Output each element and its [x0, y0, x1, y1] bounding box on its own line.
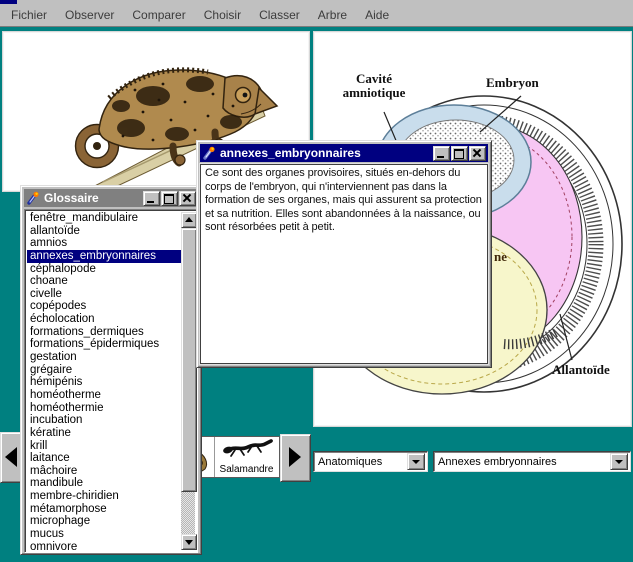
label-allantoide: Allantoïde — [552, 363, 610, 377]
definition-titlebar[interactable]: annexes_embryonnaires — [200, 144, 488, 162]
list-item[interactable]: formations_dermiques — [27, 326, 181, 339]
close-icon — [183, 194, 191, 202]
list-item[interactable]: mandibule — [27, 477, 181, 490]
maximize-button[interactable] — [161, 191, 178, 206]
list-item[interactable]: formations_épidermiques — [27, 338, 181, 351]
thumbnail-label: Salamandre — [214, 464, 279, 475]
list-item[interactable]: grégaire — [27, 364, 181, 377]
list-item-selected[interactable]: annexes_embryonnaires — [27, 250, 181, 263]
minimize-icon — [147, 201, 154, 203]
menu-classer[interactable]: Classer — [250, 8, 309, 22]
list-item[interactable]: incubation — [27, 414, 181, 427]
list-item-clipped[interactable]: omnivore — [27, 541, 181, 552]
thumbnail-salamandre[interactable]: Salamandre — [214, 437, 279, 477]
list-item[interactable]: krill — [27, 440, 181, 453]
minimize-button[interactable] — [433, 146, 450, 161]
list-item[interactable]: amnios — [27, 237, 181, 250]
list-item[interactable]: gestation — [27, 351, 181, 364]
arrow-right-icon — [289, 447, 301, 467]
close-button[interactable] — [469, 146, 486, 161]
menu-comparer[interactable]: Comparer — [123, 8, 194, 22]
arrow-up-icon — [185, 217, 193, 222]
list-item[interactable]: mucus — [27, 528, 181, 541]
scroll-down-button[interactable] — [181, 534, 197, 550]
scroll-up-button[interactable] — [181, 212, 197, 228]
list-item[interactable]: civelle — [27, 288, 181, 301]
label-embryon: Embryon — [486, 76, 539, 90]
list-item[interactable]: copépodes — [27, 300, 181, 313]
list-item[interactable]: kératine — [27, 427, 181, 440]
list-item[interactable]: métamorphose — [27, 503, 181, 516]
salamander-icon — [221, 437, 273, 461]
menu-arbre[interactable]: Arbre — [309, 8, 356, 22]
glossary-scrollbar[interactable] — [181, 212, 195, 550]
arrow-left-icon — [5, 447, 17, 467]
scroll-thumb[interactable] — [181, 228, 197, 492]
maximize-icon — [454, 149, 464, 159]
chevron-down-icon — [615, 460, 623, 464]
maximize-button[interactable] — [451, 146, 468, 161]
label-hidden-fragment: ne — [494, 250, 507, 264]
glossary-window: Glossaire fenêtre_mandibulaire allantoïd… — [20, 185, 202, 555]
definition-title: annexes_embryonnaires — [220, 146, 432, 160]
close-button[interactable] — [179, 191, 196, 206]
menu-fichier[interactable]: Fichier — [2, 8, 56, 22]
list-item[interactable]: laitance — [27, 452, 181, 465]
list-item[interactable]: homéotherme — [27, 389, 181, 402]
category-combobox[interactable]: Anatomiques — [313, 451, 428, 472]
scroll-track[interactable] — [181, 492, 195, 534]
glossary-title: Glossaire — [44, 191, 142, 205]
maximize-icon — [164, 194, 174, 204]
torch-icon — [26, 191, 40, 205]
minimize-icon — [437, 156, 444, 158]
list-item[interactable]: microphage — [27, 515, 181, 528]
definition-text: Ce sont des organes provisoires, situés … — [200, 164, 488, 364]
list-item[interactable]: homéothermie — [27, 402, 181, 415]
list-item[interactable]: mâchoire — [27, 465, 181, 478]
glossary-titlebar[interactable]: Glossaire — [24, 189, 198, 207]
next-animal-button[interactable] — [280, 434, 311, 482]
list-item[interactable]: membre-chiridien — [27, 490, 181, 503]
chevron-down-icon — [412, 460, 420, 464]
menu-choisir[interactable]: Choisir — [195, 8, 250, 22]
list-item[interactable]: choane — [27, 275, 181, 288]
label-cavite-amniotique: Cavité amniotique — [328, 72, 420, 100]
category-value: Anatomiques — [314, 456, 407, 468]
menu-aide[interactable]: Aide — [356, 8, 398, 22]
glossary-items: fenêtre_mandibulaire allantoïde amnios a… — [27, 212, 181, 552]
list-item[interactable]: écholocation — [27, 313, 181, 326]
term-value: Annexes embryonnaires — [434, 456, 610, 468]
close-icon — [473, 149, 481, 157]
term-dropdown-button[interactable] — [610, 453, 628, 470]
list-item[interactable]: hémipénis — [27, 376, 181, 389]
menu-bar: Fichier Observer Comparer Choisir Classe… — [0, 4, 633, 27]
term-combobox[interactable]: Annexes embryonnaires — [433, 451, 631, 472]
list-item[interactable]: céphalopode — [27, 263, 181, 276]
category-dropdown-button[interactable] — [407, 453, 425, 470]
glossary-list: fenêtre_mandibulaire allantoïde amnios a… — [24, 209, 198, 553]
arrow-down-icon — [185, 540, 193, 545]
menu-observer[interactable]: Observer — [56, 8, 123, 22]
minimize-button[interactable] — [143, 191, 160, 206]
definition-window: annexes_embryonnaires Ce sont des organe… — [196, 140, 492, 368]
list-item[interactable]: fenêtre_mandibulaire — [27, 212, 181, 225]
list-item[interactable]: allantoïde — [27, 225, 181, 238]
torch-icon — [202, 146, 216, 160]
